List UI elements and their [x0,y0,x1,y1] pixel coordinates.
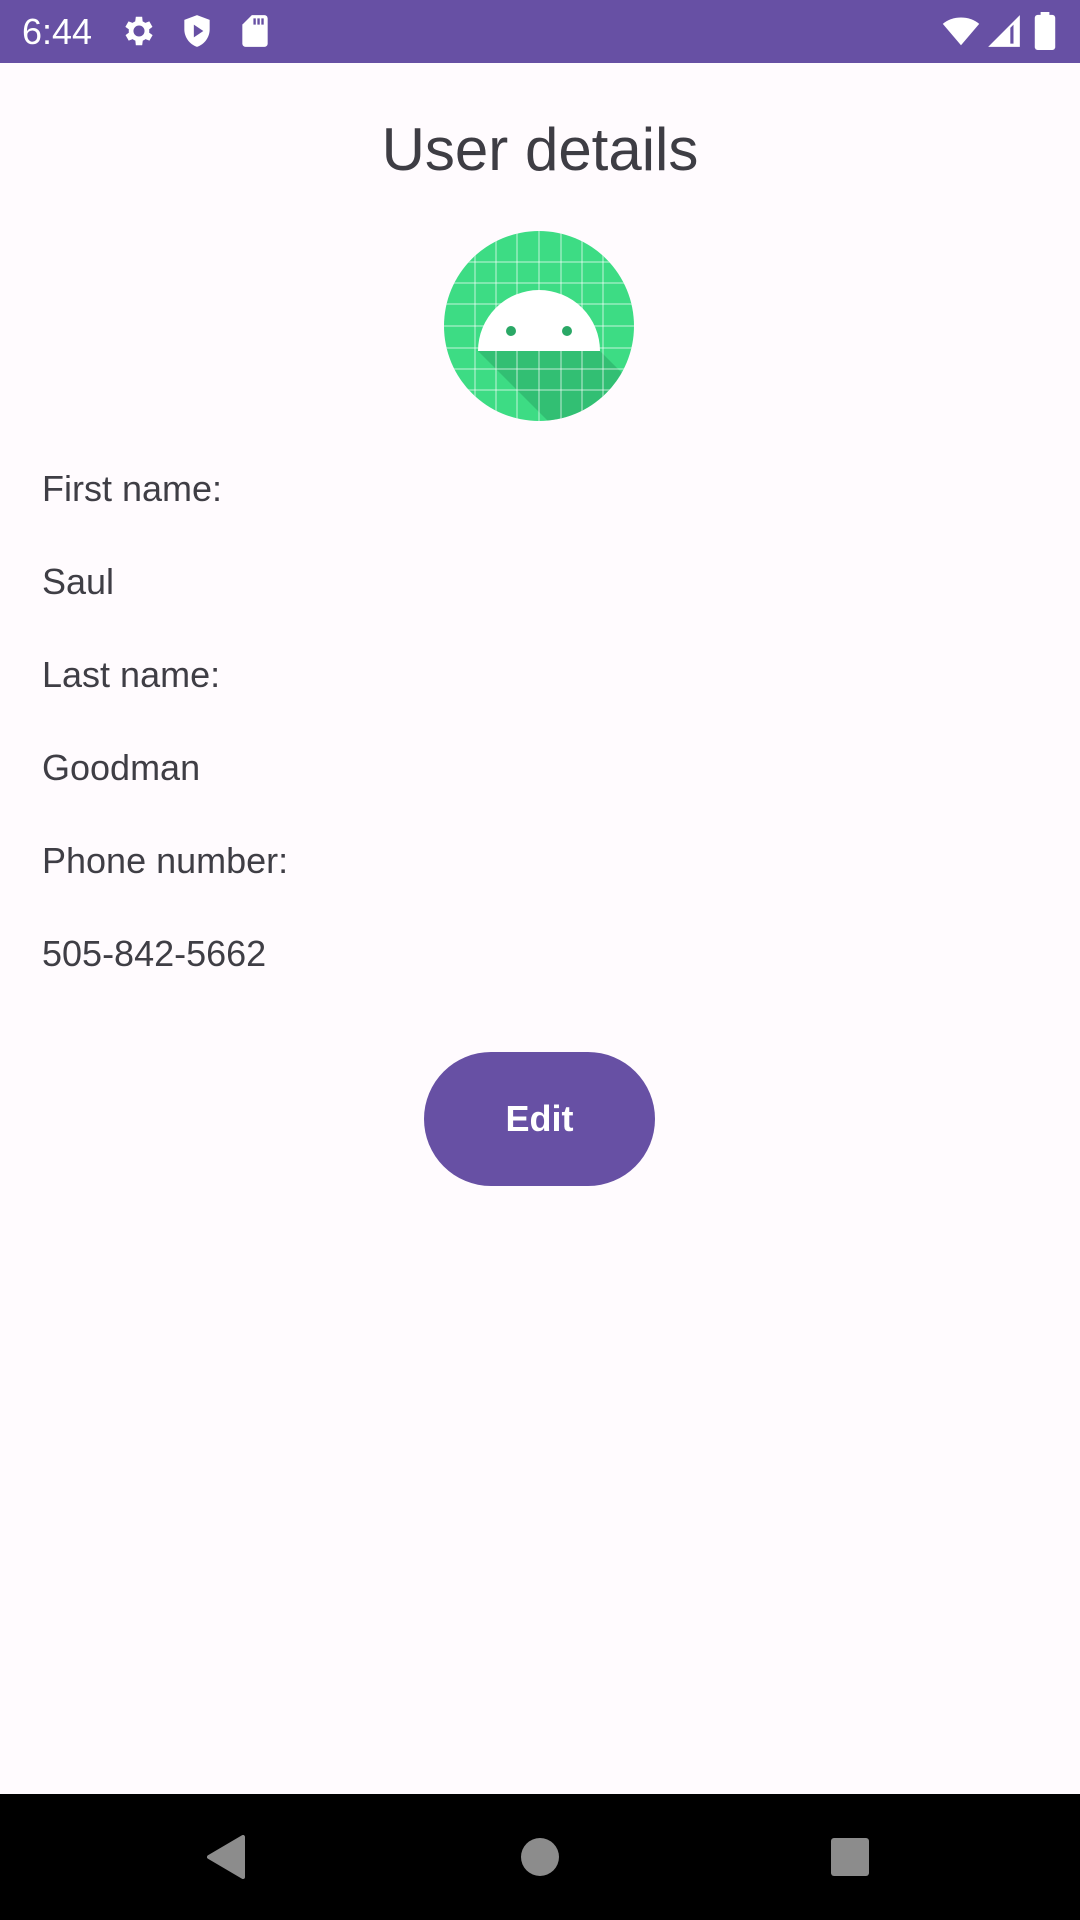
phone-number-value: 505-842-5662 [42,933,267,974]
first-name-value: Saul [42,561,115,602]
battery-icon [1030,12,1060,50]
shield-icon [178,12,216,50]
sd-card-icon [236,12,274,50]
navigation-bar [0,1794,1080,1920]
android-robot-icon [444,231,634,421]
settings-icon [120,12,158,50]
first-name-label: First name: [42,468,223,509]
edit-button[interactable]: Edit [424,1052,655,1186]
last-name-value: Goodman [42,747,201,788]
last-name-label: Last name: [42,654,221,695]
back-icon[interactable] [195,1827,255,1887]
phone-number-label: Phone number: [42,840,289,881]
cellular-signal-icon [985,12,1023,50]
recents-icon[interactable] [820,1827,880,1887]
status-bar: 6:44 [0,0,1080,63]
home-icon[interactable] [510,1827,570,1887]
wifi-icon [942,12,980,50]
status-time: 6:44 [22,11,93,52]
page-title: User details [381,116,699,183]
